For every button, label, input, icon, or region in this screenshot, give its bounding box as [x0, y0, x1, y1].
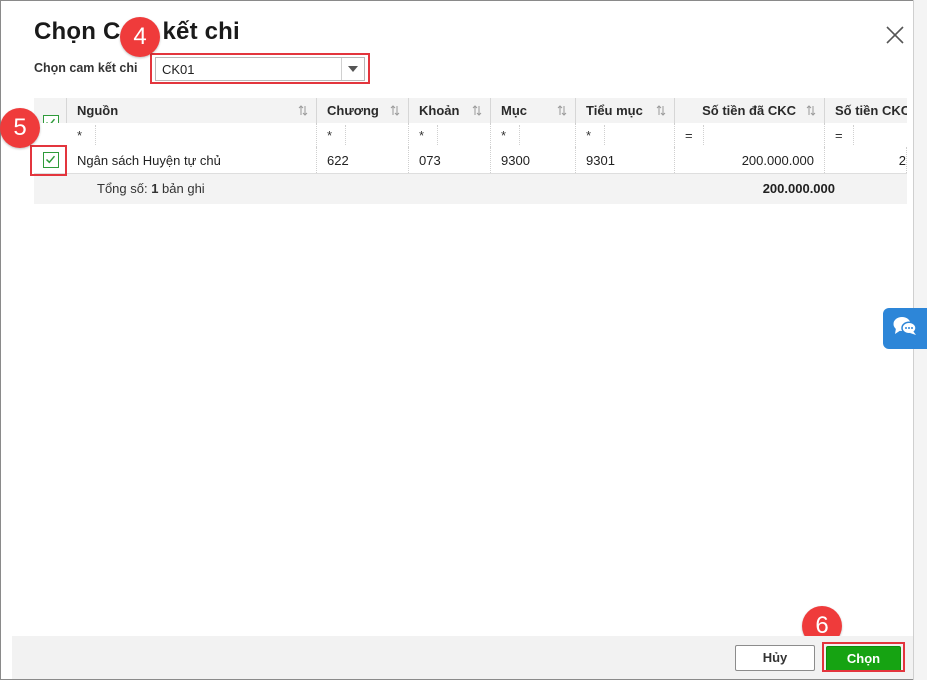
filter-tieu-muc[interactable]: * [576, 123, 675, 147]
commitment-select[interactable]: CK01 [155, 57, 365, 81]
filter-so-tien-da-ckc[interactable]: = [675, 123, 825, 147]
filter-chuong[interactable]: * [317, 123, 409, 147]
sort-icon[interactable] [806, 104, 816, 119]
cell-nguon: Ngân sách Huyện tự chủ [67, 147, 317, 173]
sort-icon[interactable] [472, 104, 482, 119]
cell-text: 200.000.000 [741, 153, 814, 168]
column-header-label: Chương [327, 103, 379, 118]
cell-text: 9300 [501, 153, 530, 168]
choose-button[interactable]: Chọn [826, 646, 901, 672]
commitment-grid: Nguồn Chương Khoản Mục Tiểu mục Số tiền … [34, 98, 907, 204]
filter-input[interactable] [853, 125, 907, 145]
step-badge-5: 5 [0, 108, 40, 148]
total-so-tien-da-ckc: 200.000.000 [762, 181, 835, 196]
filter-operator[interactable]: * [77, 128, 82, 143]
filter-input[interactable] [604, 125, 674, 145]
cell-text: Ngân sách Huyện tự chủ [77, 153, 221, 168]
record-count-suffix: bản ghi [158, 181, 205, 196]
table-row[interactable]: Ngân sách Huyện tự chủ 622 073 9300 9301… [34, 147, 907, 174]
cell-so-tien-da-ckc: 200.000.000 [675, 147, 825, 173]
filter-operator[interactable]: = [685, 128, 693, 143]
cell-muc: 9300 [491, 147, 576, 173]
record-count: Tổng số: 1 bản ghi [97, 181, 205, 196]
commitment-select-value: CK01 [162, 62, 195, 77]
filter-input[interactable] [703, 125, 824, 145]
column-header-label: Số tiền CKC [835, 103, 907, 118]
column-header-so-tien-ckc[interactable]: Số tiền CKC [825, 98, 907, 123]
filter-input[interactable] [519, 125, 575, 145]
cancel-button[interactable]: Hủy [735, 645, 815, 671]
filter-khoan[interactable]: * [409, 123, 491, 147]
commitment-select-label: Chọn cam kết chi [34, 61, 138, 75]
filter-muc[interactable]: * [491, 123, 576, 147]
filter-input[interactable] [345, 125, 408, 145]
sort-icon[interactable] [557, 104, 567, 119]
column-header-nguon[interactable]: Nguồn [67, 98, 317, 123]
column-header-label: Nguồn [77, 103, 119, 118]
cell-text: 622 [327, 153, 349, 168]
grid-summary-row: Tổng số: 1 bản ghi 200.000.000 [34, 174, 907, 204]
chat-bubbles-icon [892, 315, 918, 342]
filter-input[interactable] [437, 125, 490, 145]
filter-input[interactable] [95, 125, 316, 145]
column-header-khoan[interactable]: Khoản [409, 98, 491, 123]
step-badge-4: 4 [120, 17, 160, 57]
grid-header-row: Nguồn Chương Khoản Mục Tiểu mục Số tiền … [34, 98, 907, 131]
column-header-label: Mục [501, 103, 527, 118]
column-header-label: Số tiền đã CKC [702, 103, 796, 118]
record-count-prefix: Tổng số: [97, 181, 152, 196]
filter-operator[interactable]: * [586, 128, 591, 143]
column-header-so-tien-da-ckc[interactable]: Số tiền đã CKC [675, 98, 825, 123]
column-header-muc[interactable]: Mục [491, 98, 576, 123]
cell-khoan: 073 [409, 147, 491, 173]
chat-support-button[interactable] [883, 308, 927, 349]
cell-chuong: 622 [317, 147, 409, 173]
filter-operator[interactable]: * [501, 128, 506, 143]
cell-text: 2 [898, 153, 906, 168]
select-all-cell [34, 98, 67, 131]
sort-icon[interactable] [656, 104, 666, 119]
column-header-tieu-muc[interactable]: Tiểu mục [576, 98, 675, 123]
sort-icon[interactable] [390, 104, 400, 119]
cell-text: 073 [419, 153, 441, 168]
cell-text: 9301 [586, 153, 615, 168]
filter-operator[interactable]: * [327, 128, 332, 143]
row-select-cell [34, 147, 67, 173]
sort-icon[interactable] [298, 104, 308, 119]
column-header-label: Khoản [419, 103, 460, 118]
column-header-label: Tiểu mục [586, 103, 643, 118]
grid-filter-row: * * * * * = = [34, 123, 907, 148]
filter-nguon[interactable]: * [67, 123, 317, 147]
column-header-chuong[interactable]: Chương [317, 98, 409, 123]
filter-operator[interactable]: = [835, 128, 843, 143]
cell-so-tien-ckc[interactable]: 2 [825, 147, 907, 173]
row-checkbox[interactable] [43, 152, 59, 168]
chevron-down-icon[interactable] [341, 58, 364, 80]
close-icon[interactable] [884, 24, 906, 46]
filter-operator[interactable]: * [419, 128, 424, 143]
cell-tieu-muc: 9301 [576, 147, 675, 173]
filter-so-tien-ckc[interactable]: = [825, 123, 907, 147]
